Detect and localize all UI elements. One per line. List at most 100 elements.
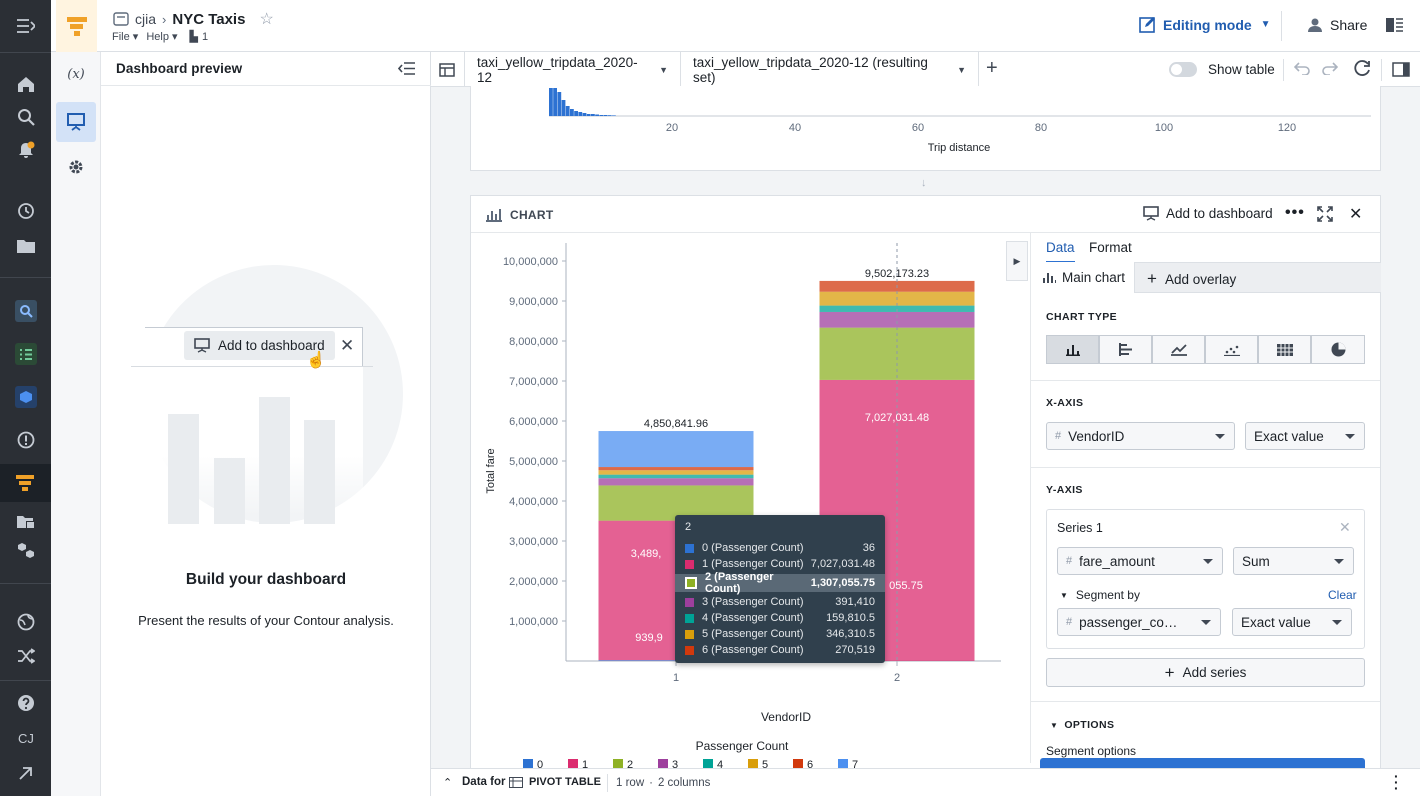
histogram-bar	[612, 115, 616, 116]
remove-series-icon[interactable]: ✕	[1339, 519, 1351, 536]
histogram-bar	[574, 111, 578, 116]
checklist-app-icon[interactable]	[10, 340, 42, 368]
add-series-button[interactable]: + Add series	[1046, 658, 1365, 687]
settings-gear-icon[interactable]	[67, 158, 85, 179]
close-icon[interactable]: ✕	[340, 336, 354, 356]
footer-more-icon[interactable]: · · ·	[1394, 769, 1399, 795]
contour-app-active[interactable]	[0, 464, 51, 502]
histogram-tick-label: 60	[912, 122, 924, 134]
y-tick-label: 7,000,000	[509, 376, 558, 388]
table-icon[interactable]	[431, 52, 465, 87]
help-menu[interactable]: Help ▾	[146, 30, 177, 43]
rail-divider	[0, 583, 51, 584]
y-field-select[interactable]: # fare_amount	[1057, 547, 1223, 575]
pivot-table-source[interactable]: PIVOT TABLE	[509, 776, 601, 788]
expand-sidebar-icon[interactable]	[10, 12, 42, 40]
more-options-icon[interactable]: •••	[1285, 204, 1305, 222]
breadcrumb-parent[interactable]: cjia	[135, 11, 156, 27]
section-divider	[1030, 701, 1380, 702]
segment-field-select[interactable]: # passenger_co…	[1057, 608, 1221, 636]
user-avatar[interactable]: CJ	[10, 724, 42, 752]
issues-icon[interactable]	[10, 426, 42, 454]
add-tab-icon[interactable]: +	[986, 57, 998, 80]
chart-type-line[interactable]	[1152, 335, 1205, 364]
home-icon[interactable]	[10, 70, 42, 98]
folder-icon[interactable]	[10, 231, 42, 259]
quiver-app-icon[interactable]	[10, 297, 42, 325]
main-chart-tab[interactable]: Main chart	[1031, 262, 1135, 293]
chart-type-scatter[interactable]	[1205, 335, 1258, 364]
histogram-bar	[557, 92, 562, 116]
segment-bucket-select[interactable]: Exact value	[1232, 608, 1352, 636]
tab-resulting-set[interactable]: taxi_yellow_tripdata_2020-12 (resulting …	[681, 52, 979, 87]
files-icon[interactable]	[10, 507, 42, 535]
segment-by-toggle[interactable]: ▼ Segment by	[1060, 588, 1140, 602]
tooltip-swatch	[685, 645, 694, 655]
help-icon[interactable]	[10, 689, 42, 717]
chart-type-horizontal-bar[interactable]	[1099, 335, 1152, 364]
illustration-bar	[168, 414, 199, 524]
chart-type-pie[interactable]	[1311, 335, 1365, 364]
illustration-bar	[304, 420, 335, 524]
caret-down-icon[interactable]: ▼	[659, 65, 668, 75]
panel-divider	[101, 85, 431, 86]
tooltip-label: 3 (Passenger Count)	[702, 596, 804, 608]
panel-layout-icon[interactable]	[1386, 17, 1403, 36]
tab-format[interactable]: Format	[1089, 240, 1132, 255]
editing-mode-button[interactable]: Editing mode ▼	[1139, 16, 1271, 33]
app-header: cjia › NYC Taxis ☆ File ▾ Help ▾ ▙ 1 Edi…	[51, 0, 1420, 52]
right-panel-icon[interactable]	[1392, 62, 1410, 80]
undo-icon[interactable]	[1293, 61, 1310, 78]
history-icon[interactable]	[10, 197, 42, 225]
x-bucket-select[interactable]: Exact value	[1245, 422, 1365, 450]
tooltip-value: 346,310.5	[826, 628, 875, 640]
tab-dataset[interactable]: taxi_yellow_tripdata_2020-12 ▼	[465, 52, 681, 87]
collaborator-count[interactable]: 1	[202, 31, 208, 43]
section-divider	[1030, 380, 1380, 381]
file-menu[interactable]: File ▾	[112, 30, 138, 43]
toolbar-divider	[1283, 59, 1284, 81]
expand-config-icon[interactable]: ▶	[1006, 241, 1028, 281]
bar-segment	[598, 431, 754, 468]
fullscreen-icon[interactable]	[1317, 206, 1333, 225]
apply-button[interactable]	[1040, 758, 1365, 768]
x-field-select[interactable]: # VendorID	[1046, 422, 1235, 450]
close-chart-icon[interactable]: ✕	[1349, 204, 1362, 224]
tab-data[interactable]: Data	[1046, 240, 1075, 264]
add-overlay-button[interactable]: + Add overlay	[1147, 269, 1236, 289]
dashboard-preview-button[interactable]	[56, 102, 96, 142]
redo-icon[interactable]	[1322, 61, 1339, 78]
globe-icon[interactable]	[10, 608, 42, 636]
illustration-line	[131, 366, 373, 367]
y-tick-label: 8,000,000	[509, 336, 558, 348]
chevron-up-icon[interactable]: ⌃	[443, 776, 452, 789]
tooltip-swatch	[685, 543, 694, 553]
y-aggregation-select[interactable]: Sum	[1233, 547, 1354, 575]
show-table-toggle[interactable]	[1169, 62, 1197, 77]
packages-icon[interactable]	[10, 537, 42, 565]
chart-card-title: CHART	[510, 208, 554, 222]
variables-button[interactable]: (x)	[51, 67, 101, 82]
star-icon[interactable]: ☆	[259, 9, 273, 29]
caret-down-icon[interactable]: ▼	[957, 65, 966, 75]
chart-add-to-dashboard-button[interactable]: Add to dashboard	[1143, 206, 1273, 221]
histogram-bar	[549, 88, 553, 116]
arrow-up-right-icon[interactable]	[10, 759, 42, 787]
ontology-app-icon[interactable]	[10, 383, 42, 411]
series-name[interactable]: Series 1	[1057, 521, 1103, 535]
hash-icon: #	[1066, 555, 1073, 567]
refresh-icon[interactable]	[1353, 60, 1371, 81]
page-title[interactable]: NYC Taxis	[172, 11, 245, 28]
tooltip-value: 36	[862, 542, 875, 554]
shuffle-icon[interactable]	[10, 642, 42, 670]
collapse-panel-icon[interactable]	[397, 62, 415, 78]
plus-icon: +	[1147, 269, 1157, 288]
search-icon[interactable]	[10, 103, 42, 131]
chart-type-heatmap[interactable]	[1258, 335, 1311, 364]
chart-type-bar[interactable]	[1046, 335, 1099, 364]
clear-segment-link[interactable]: Clear	[1328, 588, 1357, 602]
share-button[interactable]: Share	[1307, 17, 1367, 33]
histogram-tick-label: 80	[1035, 122, 1047, 134]
options-toggle[interactable]: ▼ OPTIONS	[1050, 719, 1114, 731]
notifications-icon[interactable]	[10, 136, 42, 164]
